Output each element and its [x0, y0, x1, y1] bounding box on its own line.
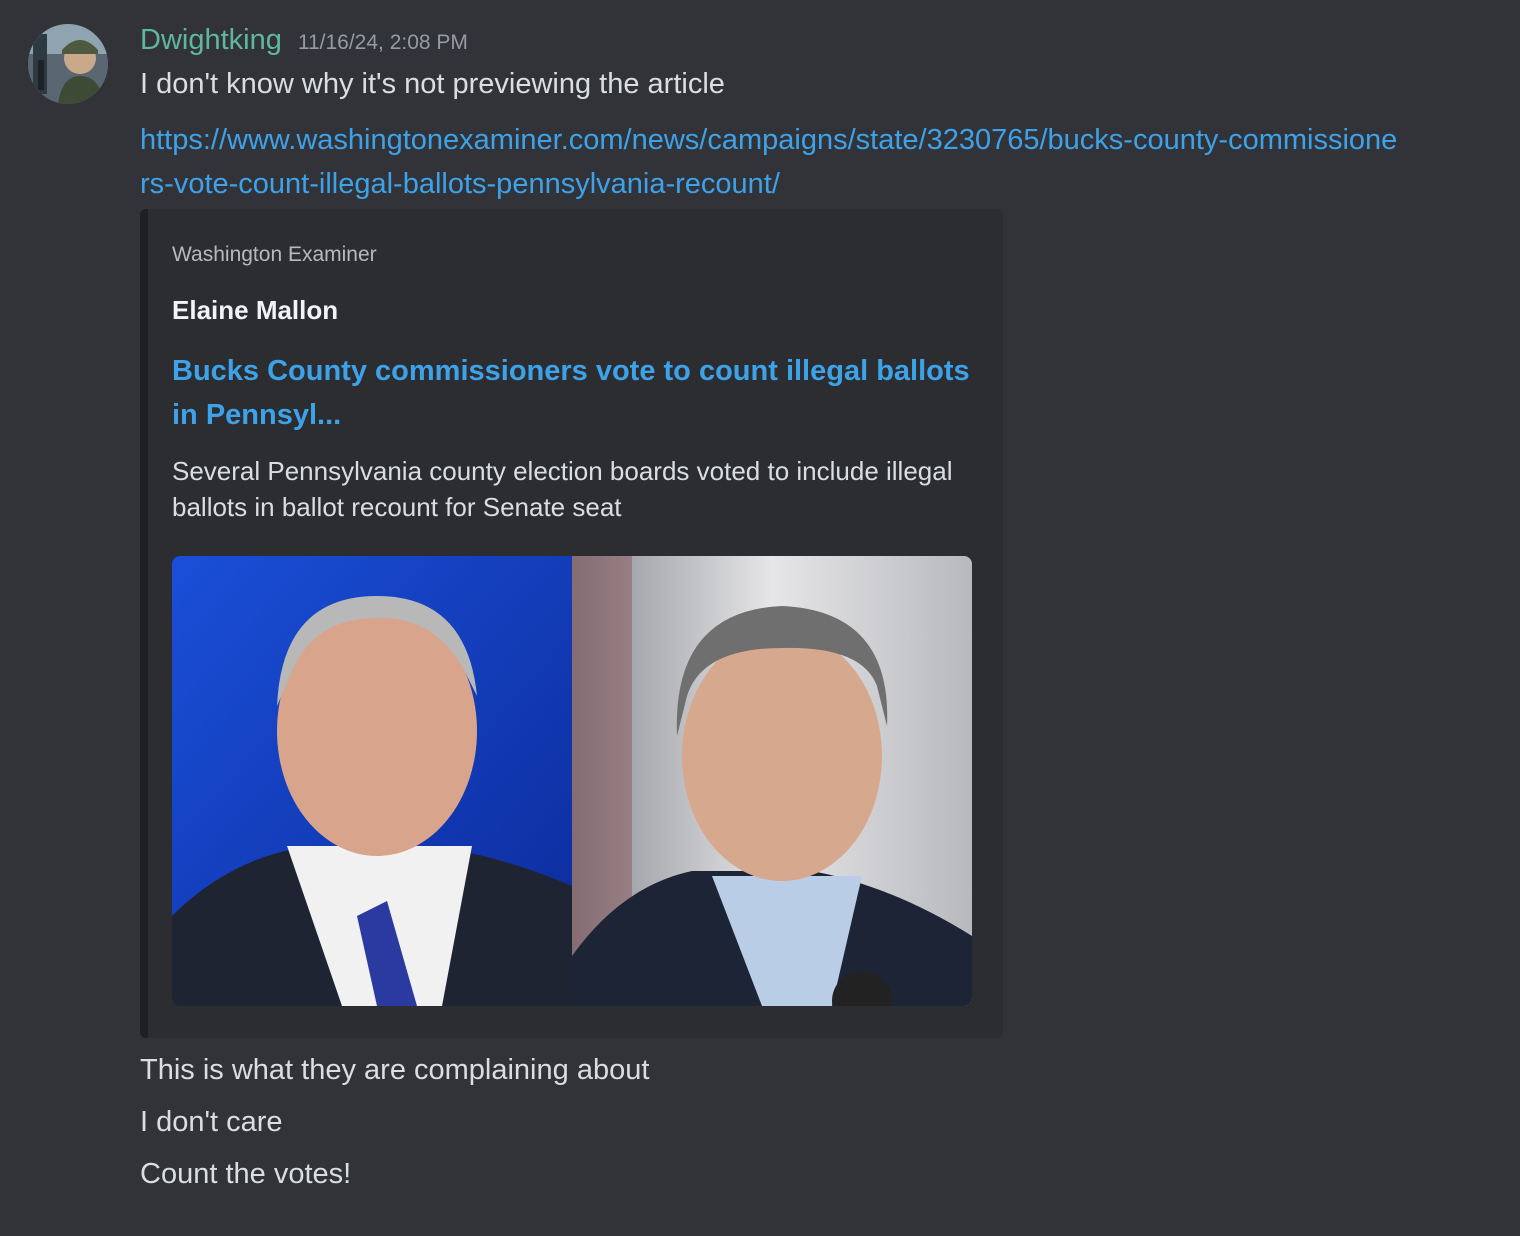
- message-header: Dwightking 11/16/24, 2:08 PM: [140, 24, 468, 64]
- username[interactable]: Dwightking: [140, 24, 282, 57]
- message-text: I don't know why it's not previewing the…: [140, 68, 725, 100]
- message-text: I don't care: [140, 1106, 283, 1138]
- embed-title-link[interactable]: Bucks County commissioners vote to count…: [172, 349, 972, 437]
- message-text: This is what they are complaining about: [140, 1054, 650, 1086]
- link-embed: Washington Examiner Elaine Mallon Bucks …: [140, 209, 1003, 1038]
- message-text: Count the votes!: [140, 1158, 352, 1190]
- embed-provider: Washington Examiner: [172, 243, 377, 266]
- article-link[interactable]: https://www.washingtonexaminer.com/news/…: [140, 118, 1400, 206]
- embed-description: Several Pennsylvania county election boa…: [172, 456, 953, 522]
- message-timestamp[interactable]: 11/16/24, 2:08 PM: [298, 31, 468, 55]
- chat-message: Dwightking 11/16/24, 2:08 PM I don't kno…: [0, 0, 1520, 1236]
- embed-thumbnail-image[interactable]: [172, 556, 972, 1006]
- embed-author: Elaine Mallon: [172, 295, 339, 325]
- user-avatar[interactable]: [28, 24, 108, 104]
